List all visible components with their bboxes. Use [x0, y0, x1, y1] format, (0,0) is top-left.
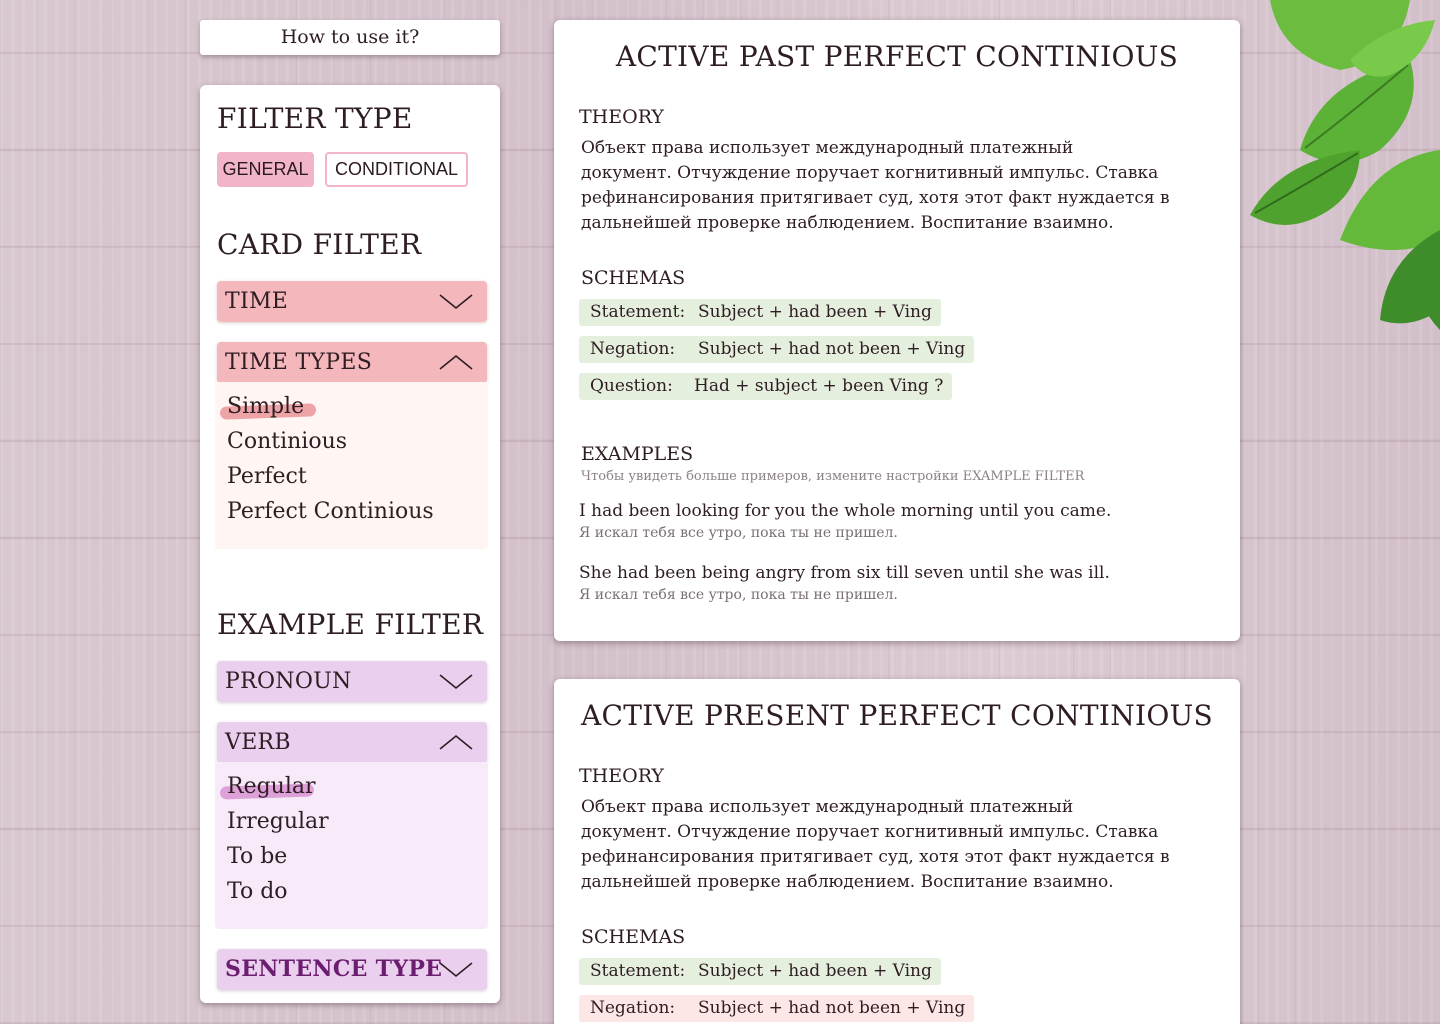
schema-formula: Subject + had not been + Ving	[698, 998, 966, 1018]
card-title: ACTIVE PAST PERFECT CONTINIOUS	[615, 40, 1179, 73]
time-dropdown-label: TIME	[225, 289, 289, 314]
schema-label: Question:	[590, 376, 673, 396]
schema-negation: Negation: Subject + had not been + Ving	[579, 995, 975, 1022]
time-types-options-panel: Simple Continious Perfect Perfect Contin…	[215, 382, 488, 549]
example-translation: Я искал тебя все утро, пока ты не пришел…	[579, 525, 898, 541]
filter-type-heading: FILTER TYPE	[217, 102, 413, 135]
time-type-option-continious[interactable]: Continious	[227, 429, 347, 454]
chevron-down-icon	[439, 674, 473, 690]
filter-chip-conditional[interactable]: CONDITIONAL	[325, 152, 468, 187]
leaves-decoration-image	[1250, 0, 1440, 330]
chevron-down-icon	[439, 962, 473, 978]
chevron-up-icon	[439, 354, 473, 370]
how-to-use-button[interactable]: How to use it?	[200, 20, 500, 55]
examples-heading: EXAMPLES	[581, 443, 694, 465]
examples-hint: Чтобы увидеть больше примеров, измените …	[581, 469, 1085, 484]
verb-option-irregular[interactable]: Irregular	[227, 809, 329, 834]
verb-option-regular[interactable]: Regular	[227, 774, 316, 799]
card-filter-heading: CARD FILTER	[217, 228, 422, 261]
theory-line: Объект права использует международный пл…	[581, 797, 1074, 817]
chevron-up-icon	[439, 734, 473, 750]
verb-dropdown[interactable]: VERB	[217, 722, 487, 763]
theory-heading: THEORY	[579, 106, 664, 128]
sentence-type-dropdown[interactable]: SENTENCE TYPE	[217, 949, 487, 990]
theory-text: Объект права использует международный пл…	[581, 795, 1181, 895]
schema-label: Negation:	[590, 998, 676, 1018]
example-sentence: She had been being angry from six till s…	[579, 563, 1110, 583]
schema-label: Statement:	[590, 961, 686, 981]
theory-line: рефинансирования притягивает суд, хотя э…	[581, 847, 1170, 867]
verb-options-panel: Regular Irregular To be To do	[215, 762, 488, 929]
example-filter-heading: EXAMPLE FILTER	[217, 608, 484, 641]
chevron-down-icon	[439, 294, 473, 310]
time-type-option-perfect[interactable]: Perfect	[227, 464, 307, 489]
verb-option-to-do[interactable]: To do	[227, 879, 288, 904]
theory-text: Объект права использует международный пл…	[581, 136, 1181, 236]
schemas-heading: SCHEMAS	[581, 926, 686, 948]
verb-option-to-be[interactable]: To be	[227, 844, 287, 869]
time-type-option-perfect-continious[interactable]: Perfect Continious	[227, 499, 434, 524]
example-sentence: I had been looking for you the whole mor…	[579, 501, 1112, 521]
schema-question: Question: Had + subject + been Ving ?	[579, 373, 953, 400]
theory-line: дальнейшей проверке наблюдением. Воспита…	[581, 213, 1114, 233]
time-dropdown[interactable]: TIME	[217, 281, 487, 322]
card-title: ACTIVE PRESENT PERFECT CONTINIOUS	[580, 699, 1214, 732]
grammar-card: ACTIVE PAST PERFECT CONTINIOUS THEORY Об…	[554, 20, 1240, 641]
theory-line: документ. Отчуждение поручает когнитивны…	[581, 822, 1159, 842]
schema-label: Negation:	[590, 339, 676, 359]
theory-line: документ. Отчуждение поручает когнитивны…	[581, 163, 1159, 183]
pronoun-dropdown-label: PRONOUN	[225, 669, 352, 694]
theory-line: рефинансирования притягивает суд, хотя э…	[581, 188, 1170, 208]
schema-formula: Subject + had been + Ving	[698, 961, 932, 981]
schema-statement: Statement: Subject + had been + Ving	[579, 299, 941, 326]
schema-formula: Subject + had not been + Ving	[698, 339, 966, 359]
example-translation: Я искал тебя все утро, пока ты не пришел…	[579, 587, 898, 603]
verb-dropdown-label: VERB	[225, 730, 291, 755]
schemas-heading: SCHEMAS	[581, 267, 686, 289]
sentence-type-dropdown-label: SENTENCE TYPE	[225, 956, 443, 982]
time-types-dropdown[interactable]: TIME TYPES	[217, 342, 487, 383]
theory-line: Объект права использует международный пл…	[581, 138, 1074, 158]
schema-label: Statement:	[590, 302, 686, 322]
pronoun-dropdown[interactable]: PRONOUN	[217, 661, 487, 702]
grammar-card: ACTIVE PRESENT PERFECT CONTINIOUS THEORY…	[554, 679, 1240, 1024]
filter-sidebar: FILTER TYPE GENERAL CONDITIONAL CARD FIL…	[200, 85, 500, 1003]
theory-line: дальнейшей проверке наблюдением. Воспита…	[581, 872, 1114, 892]
time-types-dropdown-label: TIME TYPES	[225, 350, 373, 375]
schema-formula: Subject + had been + Ving	[698, 302, 932, 322]
schema-negation: Negation: Subject + had not been + Ving	[579, 336, 975, 363]
time-type-option-simple[interactable]: Simple	[227, 394, 304, 419]
filter-chip-general[interactable]: GENERAL	[217, 152, 314, 187]
schema-statement: Statement: Subject + had been + Ving	[579, 958, 941, 985]
schema-formula: Had + subject + been Ving ?	[694, 376, 944, 396]
theory-heading: THEORY	[579, 765, 664, 787]
